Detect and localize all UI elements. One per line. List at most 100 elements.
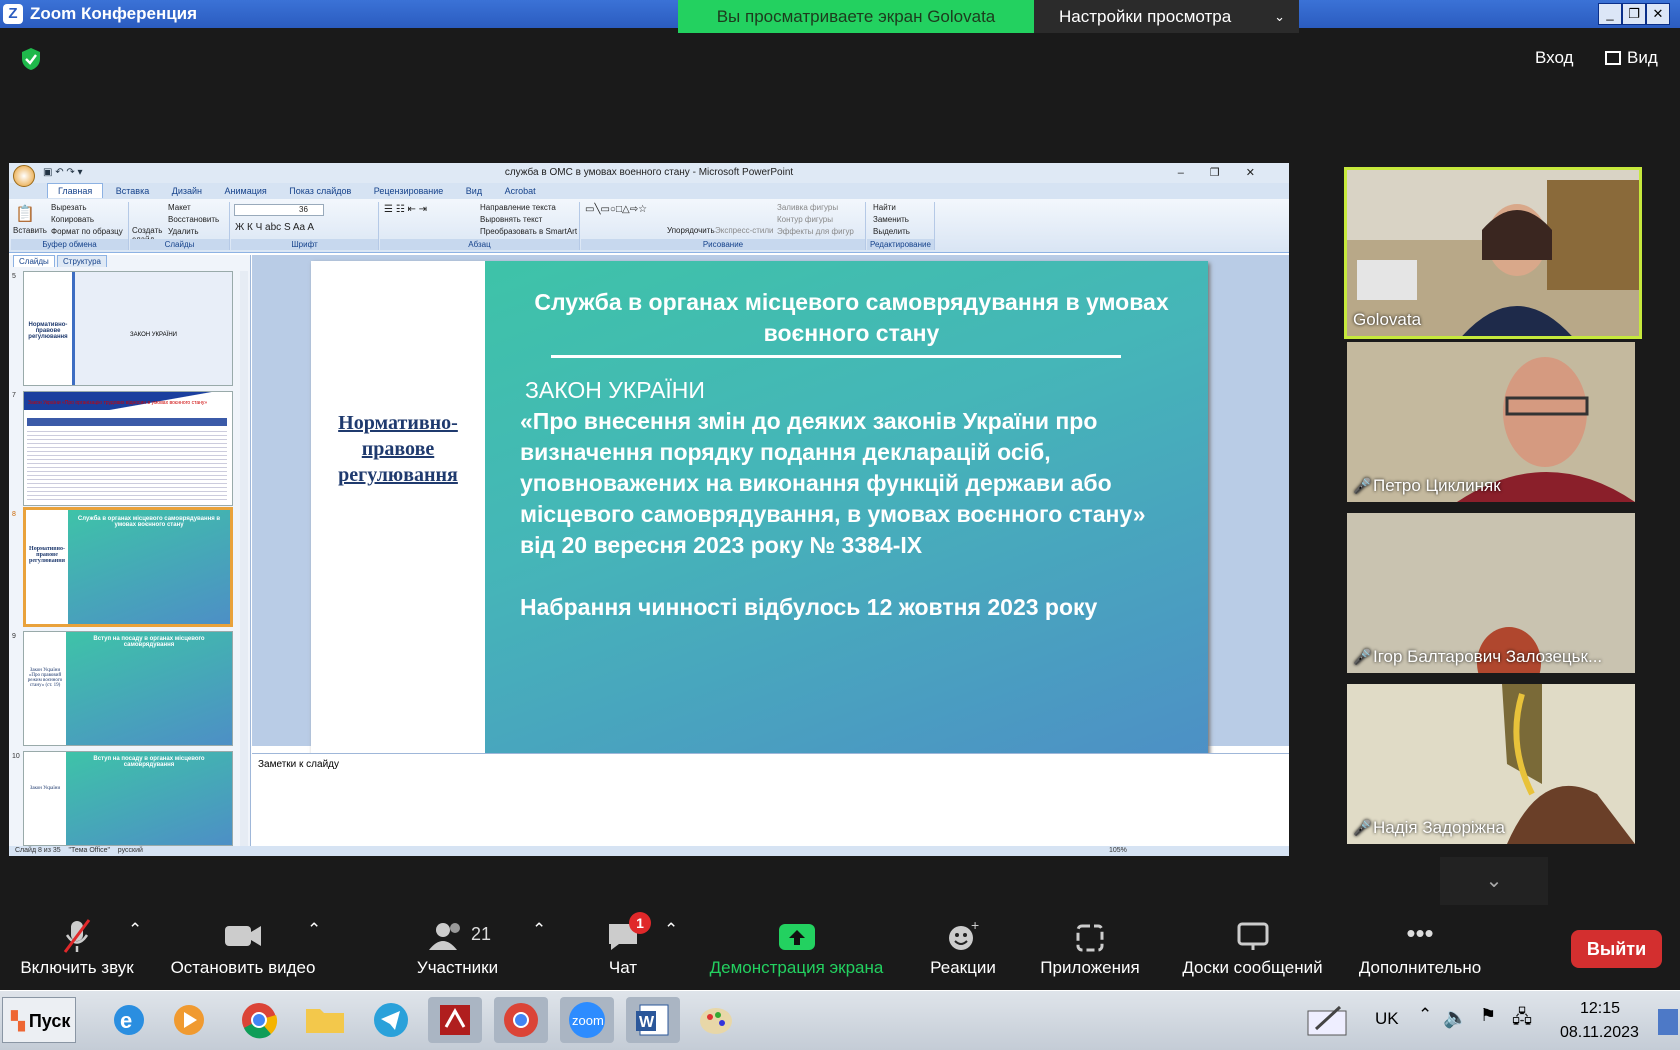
ribbon-tab-home: Главная <box>47 183 104 198</box>
ppt-title-bar: ▣ ↶ ↷ ▾ служба в ОМС в умовах военного с… <box>9 163 1289 187</box>
share-screen-icon <box>700 918 893 952</box>
chrome-profile-icon[interactable] <box>494 997 548 1043</box>
font-group: 36 Ж К Ч abc S Aa A Шрифт <box>231 202 379 250</box>
paint-icon[interactable] <box>690 997 744 1043</box>
view-button[interactable]: Вид <box>1605 48 1658 68</box>
drawing-group: ▭╲▭○□△⇨☆ Упорядочить Экспресс-стили Зали… <box>581 202 866 250</box>
minimize-button[interactable]: _ <box>1598 3 1622 25</box>
stop-video-label: Остановить видео <box>170 958 316 977</box>
slide-section-label: Нормативно-правове регулювання <box>338 412 458 486</box>
clock-time[interactable]: 12:15 <box>1580 1000 1620 1018</box>
ppt-status-bar: Слайд 8 из 35 "Тема Office" русский 105% <box>9 846 1289 856</box>
thumb-text: Закон України «Про організацію трудових … <box>24 392 232 410</box>
thumb-text: Служба в органах місцевого самоврядуванн… <box>68 510 230 624</box>
layout-label: Макет <box>168 203 191 212</box>
unmute-button[interactable]: Включить звук <box>14 918 140 978</box>
clock-date[interactable]: 08.11.2023 <box>1560 1024 1639 1042</box>
zoom-app-icon[interactable]: zoom <box>560 997 614 1043</box>
close-button[interactable]: ✕ <box>1646 3 1670 25</box>
slide-thumbnail: Закон України «Про правовий режим воєнно… <box>23 631 233 746</box>
unmute-label: Включить звук <box>20 958 134 977</box>
slide-body: ЗАКОН УКРАЇНИ «Про внесення змін до деяк… <box>520 375 1180 623</box>
chat-button[interactable]: 1 Чат <box>593 912 653 978</box>
participants-options-caret[interactable]: ⌃ <box>532 920 546 940</box>
video-tile[interactable]: 🎤Надія Задоріжна <box>1347 684 1635 844</box>
thumbnail-scrollbar <box>240 271 248 846</box>
view-options-dropdown[interactable]: Настройки просмотра ⌄ <box>1034 0 1299 33</box>
stop-video-button[interactable]: Остановить видео <box>163 918 323 978</box>
network-icon[interactable]: 🖧 <box>1512 1005 1532 1035</box>
pdf-reader-icon[interactable] <box>428 997 482 1043</box>
slide-content-area: Служба в органах місцевого самоврядуванн… <box>485 261 1208 766</box>
paragraph-icons: ☰ ☷ ⇤ ⇥ <box>384 204 428 215</box>
ribbon-tab-review: Рецензирование <box>373 186 444 196</box>
language-indicator[interactable]: UK <box>1375 1009 1399 1029</box>
tray-expand-icon[interactable]: ⌃ <box>1418 1005 1432 1025</box>
ribbon-tab-slideshow: Показ слайдов <box>289 186 352 196</box>
muted-mic-icon <box>14 918 140 953</box>
leave-meeting-button[interactable]: Выйти <box>1571 930 1662 968</box>
select-label: Выделить <box>873 227 910 236</box>
more-participants-chevron-down-icon[interactable]: ⌄ <box>1440 857 1548 905</box>
svg-text:zoom: zoom <box>572 1013 604 1028</box>
text-direction-label: Направление текста <box>480 203 556 212</box>
theme-name: "Тема Office" <box>68 847 111 854</box>
share-screen-button[interactable]: Демонстрация экрана <box>700 918 893 978</box>
ribbon-tab-animation: Анимация <box>224 186 267 196</box>
show-desktop-button[interactable] <box>1658 1009 1678 1035</box>
slide-thumbnail: Закон України «Про організацію трудових … <box>23 391 233 506</box>
svg-text:e: e <box>120 1008 132 1033</box>
slide-thumbnail: Закон України Вступ на посаду в органах … <box>23 751 233 846</box>
align-text-label: Выровнять текст <box>480 215 543 224</box>
pen-input-icon[interactable] <box>1300 997 1354 1043</box>
caret-up-icon: ⌃ <box>307 920 322 939</box>
thumb-text: Вступ на посаду в органах місцевого само… <box>66 632 232 745</box>
law-heading: ЗАКОН УКРАЇНИ <box>525 377 705 403</box>
slide-editing-area: Нормативно-правове регулювання Служба в … <box>252 255 1289 766</box>
thumb-number: 8 <box>12 511 16 518</box>
media-player-icon[interactable] <box>162 997 216 1043</box>
chrome-icon[interactable] <box>232 997 286 1043</box>
more-dots-icon: ••• <box>1406 918 1434 948</box>
reactions-button[interactable]: + Реакции <box>918 917 1008 978</box>
thumb-table-header <box>27 418 227 426</box>
video-camera-icon <box>163 918 323 952</box>
whiteboards-button[interactable]: Доски сообщений <box>1170 918 1335 978</box>
caret-up-icon: ⌃ <box>128 920 143 939</box>
chat-label: Чат <box>608 958 638 977</box>
start-button[interactable]: ▚ Пуск <box>2 997 76 1043</box>
video-tile-active-speaker[interactable]: Golovata <box>1344 167 1642 339</box>
thumb-text: Вступ на посаду в органах місцевого само… <box>66 752 232 845</box>
maximize-button[interactable]: ❐ <box>1622 3 1646 25</box>
title-divider <box>551 355 1121 358</box>
volume-icon[interactable]: 🔈 <box>1443 1005 1468 1030</box>
security-shield-icon[interactable] <box>20 47 42 71</box>
word-icon[interactable]: W <box>626 997 680 1043</box>
enter-fullscreen-button[interactable]: Вход <box>1535 48 1573 68</box>
video-tile[interactable]: 🎤Ігор Балтарович Залозецьк... <box>1347 513 1635 673</box>
internet-explorer-icon[interactable]: e <box>102 997 156 1043</box>
thumb-number: 9 <box>12 633 16 640</box>
video-tile[interactable]: 🎤Петро Циклиняк <box>1347 342 1635 502</box>
chat-options-caret[interactable]: ⌃ <box>664 920 678 940</box>
arrange-label: Упорядочить <box>667 226 715 235</box>
paragraph-group: Направление текста Выровнять текст Преоб… <box>380 202 580 250</box>
video-options-caret[interactable]: ⌃ <box>307 920 321 940</box>
apps-label: Приложения <box>1040 958 1140 977</box>
audio-options-caret[interactable]: ⌃ <box>128 920 142 940</box>
more-button[interactable]: ••• Дополнительно <box>1350 918 1490 978</box>
action-center-flag-icon[interactable]: ⚑ <box>1480 1005 1496 1026</box>
thumb-number: 7 <box>12 392 16 399</box>
ribbon-tab-acrobat: Acrobat <box>504 186 536 196</box>
participants-icon: 21 <box>405 918 510 952</box>
telegram-icon[interactable] <box>364 997 418 1043</box>
slides-caption: Слайды <box>130 239 229 250</box>
screen-share-banner: Вы просматриваете экран Golovata <box>678 0 1034 33</box>
ribbon-tab-design: Дизайн <box>171 186 203 196</box>
svg-text:W: W <box>639 1014 655 1031</box>
font-size-box: 36 <box>299 205 321 215</box>
apps-button[interactable]: Приложения <box>1030 918 1150 978</box>
current-slide: Нормативно-правове регулювання Служба в … <box>311 261 1208 766</box>
file-explorer-icon[interactable] <box>298 997 352 1043</box>
participants-button[interactable]: 21 Участники <box>405 918 510 978</box>
